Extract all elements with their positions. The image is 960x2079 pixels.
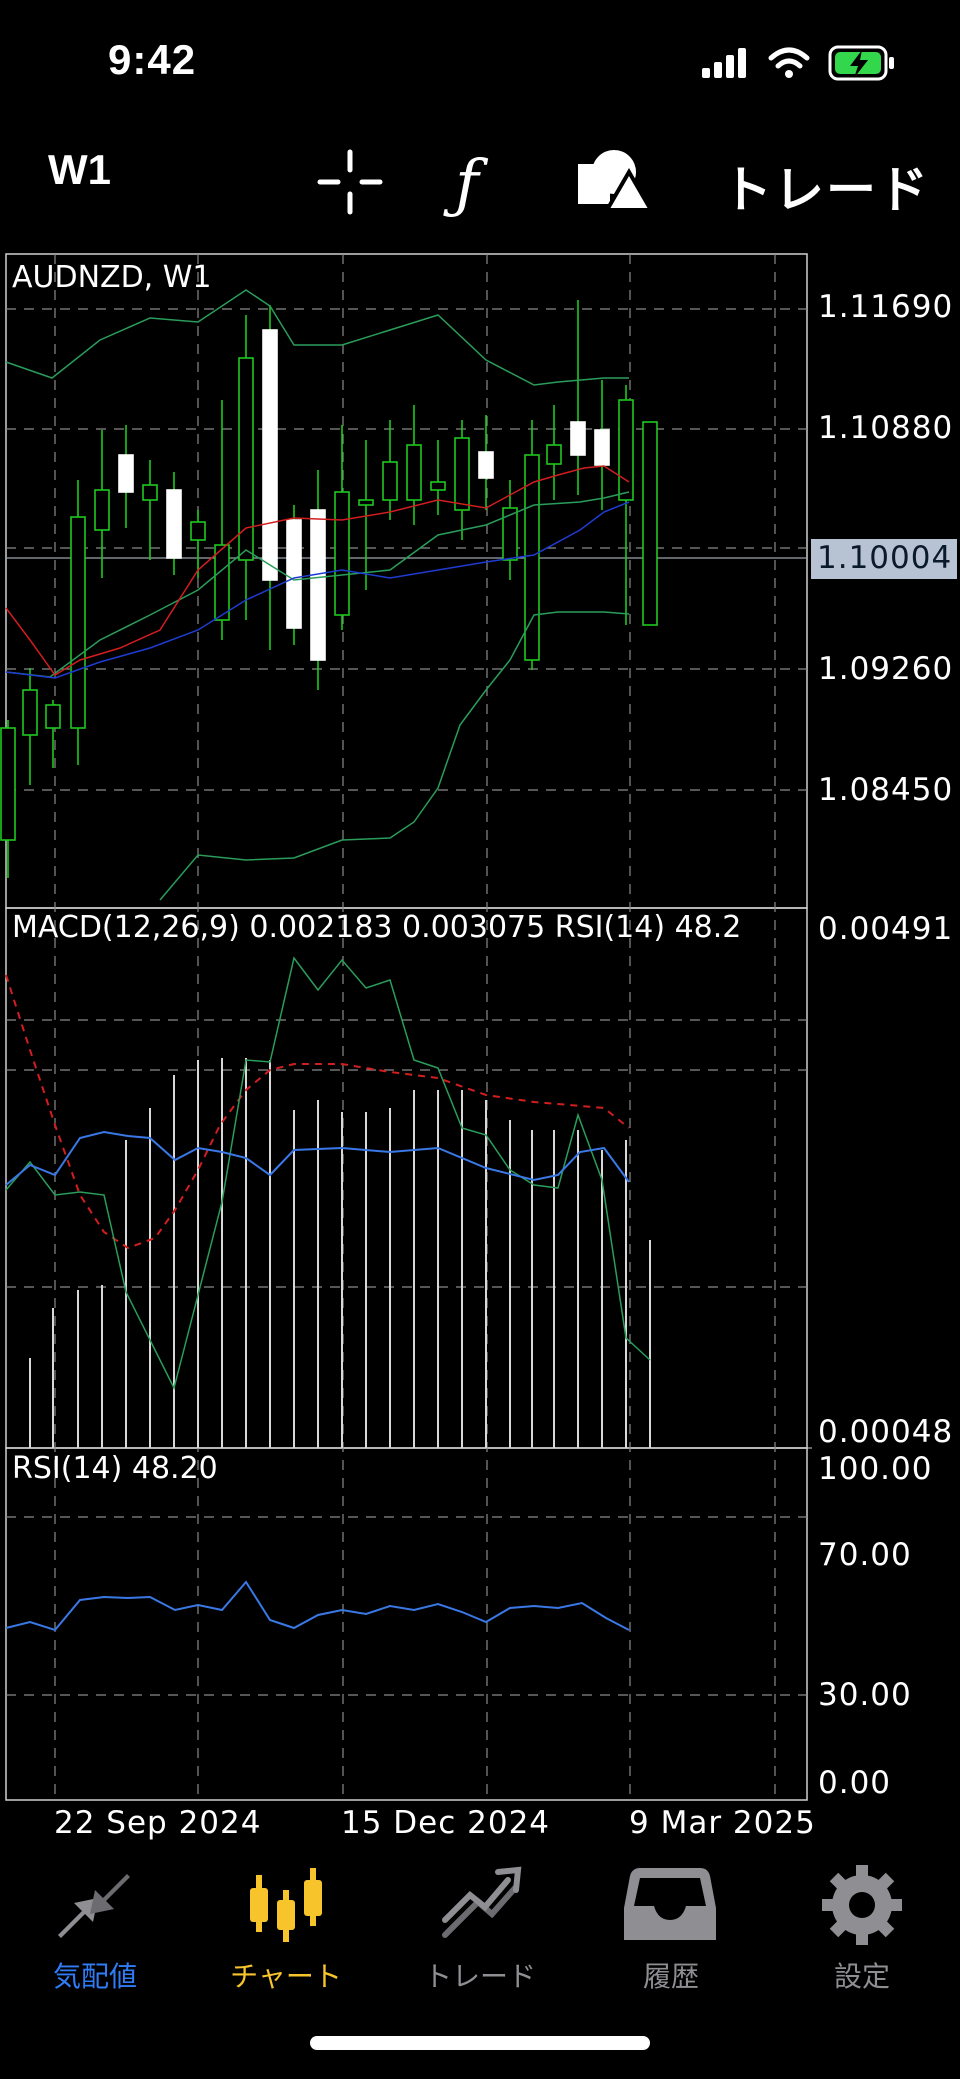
candle-body <box>430 481 446 491</box>
tab-settings[interactable]: 設定 <box>777 1955 947 1995</box>
date-label: 9 Mar 2025 <box>629 1805 816 1841</box>
symbol-label: AUDNZD, W1 <box>12 260 212 295</box>
candle-body <box>570 421 586 456</box>
candle-body <box>118 454 134 493</box>
rsi-panel-frame <box>5 1447 808 1801</box>
tab-chart[interactable]: チャート <box>201 1955 371 1995</box>
tab-trade[interactable]: トレード <box>395 1955 565 1995</box>
candle-body <box>454 437 470 511</box>
gear-icon <box>822 1865 902 1945</box>
candles-icon <box>250 1868 322 1942</box>
tab-history[interactable]: 履歴 <box>586 1955 756 1995</box>
macd-tick: 0.00048 <box>818 1414 954 1450</box>
history-tray-icon <box>624 1868 716 1940</box>
rsi-tick: 70.00 <box>818 1537 912 1573</box>
candle-body <box>238 357 254 561</box>
date-label: 15 Dec 2024 <box>341 1805 551 1841</box>
price-tick: 1.09260 <box>818 651 954 687</box>
price-tick: 1.10880 <box>818 410 954 446</box>
candle-body <box>94 489 110 531</box>
candle-body <box>262 329 278 581</box>
rsi-label: RSI(14) 48.20 <box>12 1451 218 1486</box>
candle-body <box>70 516 86 729</box>
candle-body <box>334 491 350 616</box>
candle-body <box>358 499 374 506</box>
macd-tick: 0.00491 <box>818 911 954 947</box>
current-price-tag: 1.10004 <box>811 539 957 579</box>
candle-body <box>190 521 206 541</box>
candle-body <box>642 421 658 626</box>
rsi-tick: 30.00 <box>818 1677 912 1713</box>
candle-body <box>546 444 562 465</box>
candle-body <box>618 399 634 501</box>
date-label: 22 Sep 2024 <box>54 1805 262 1841</box>
candle-body <box>166 489 182 559</box>
rsi-tick: 0.00 <box>818 1765 892 1801</box>
home-indicator <box>310 2036 650 2050</box>
candle-body <box>310 509 326 661</box>
bollinger-lower <box>159 611 630 901</box>
candle-body <box>478 451 494 479</box>
candle-body <box>142 484 158 501</box>
price-tick: 1.08450 <box>818 772 954 808</box>
macd-label: MACD(12,26,9) 0.002183 0.003075 RSI(14) … <box>12 910 742 945</box>
candle-body <box>406 444 422 501</box>
candle-body <box>286 519 302 629</box>
quotes-arrows-icon <box>58 1874 130 1938</box>
candle-body <box>0 727 16 841</box>
candle-body <box>382 461 398 501</box>
rsi-line <box>5 1580 630 1632</box>
bollinger-upper <box>5 289 629 386</box>
candle-body <box>22 689 38 736</box>
candle-body <box>214 544 230 621</box>
tab-quotes[interactable]: 気配値 <box>10 1955 180 1995</box>
main-panel-frame <box>5 253 808 909</box>
price-tick: 1.11690 <box>818 289 954 325</box>
trade-line-icon <box>442 1866 522 1938</box>
rsi-tick: 100.00 <box>818 1451 933 1487</box>
candle-body <box>45 704 61 729</box>
candle-body <box>594 429 610 466</box>
